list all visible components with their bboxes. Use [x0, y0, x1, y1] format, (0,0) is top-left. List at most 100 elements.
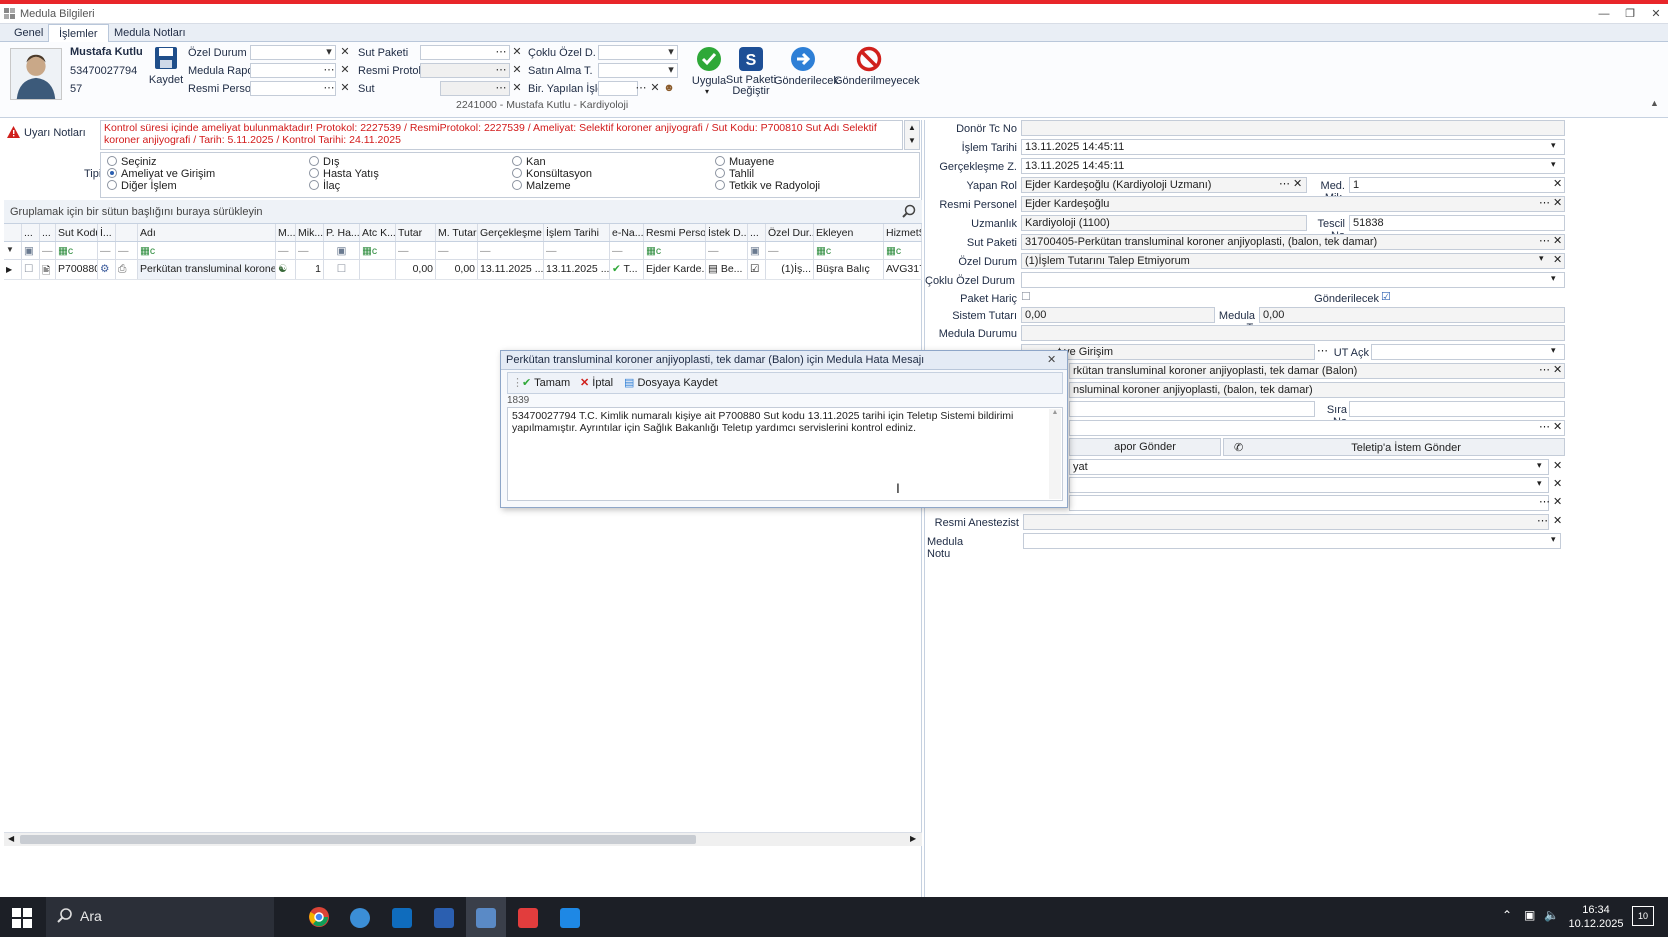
chrome-icon[interactable] [308, 906, 330, 928]
resmi-anestezist-field[interactable] [1023, 514, 1549, 530]
col-header[interactable]: Özel Dur... [766, 224, 814, 241]
sut-paketi-field[interactable]: 31700405-Perkütan transluminal koroner a… [1021, 234, 1565, 250]
medula-app-icon[interactable] [476, 908, 496, 928]
misc-field-2[interactable] [1069, 420, 1565, 436]
clear-icon[interactable]: ✕ [338, 63, 352, 78]
filter-cell[interactable]: — [296, 242, 324, 259]
minimize-icon[interactable]: — [1592, 6, 1616, 22]
ellipsis-icon[interactable]: ⋯ [322, 63, 336, 78]
change-package-button[interactable]: Sut Paketi Değiştir [724, 75, 778, 97]
uzmanlik-field[interactable]: Kardiyoloji (1100) [1021, 215, 1307, 231]
paint-icon[interactable] [560, 908, 580, 928]
radio-kan[interactable]: Kan [512, 156, 546, 168]
col-header[interactable]: e-Na... [610, 224, 644, 241]
filter-cell[interactable]: ▦c [138, 242, 276, 259]
filter-checkbox[interactable]: ▣ [22, 242, 40, 259]
col-header[interactable]: Atc K... [360, 224, 396, 241]
medula-t-field[interactable]: 0,00 [1259, 307, 1565, 323]
cancel-button[interactable]: ✕ İptal [580, 376, 613, 389]
paket-haric-checkbox[interactable]: ☐ [1021, 290, 1031, 303]
col-header[interactable]: HizmetSu [884, 224, 922, 241]
person-icon[interactable]: ☻ [662, 81, 676, 96]
chevron-down-icon[interactable]: ▾ [322, 45, 336, 60]
ellipsis-icon[interactable]: ⋯ [1539, 234, 1550, 247]
row-checkbox[interactable]: ☐ [22, 260, 40, 279]
radio-diger[interactable]: Diğer İşlem [107, 180, 177, 192]
col-header-resmi[interactable]: Resmi Perso... [644, 224, 706, 241]
filter-cell[interactable]: — [544, 242, 610, 259]
tray-chevron-icon[interactable]: ⌃ [1502, 908, 1512, 922]
ellipsis-icon[interactable]: ⋯ [1279, 177, 1290, 190]
radio-tetkik[interactable]: Tetkik ve Radyoloji [715, 180, 820, 192]
ellipsis-icon[interactable]: ⋯ [1539, 420, 1550, 433]
tab-medula-notlari[interactable]: Medula Notları [104, 24, 196, 42]
table-row[interactable]: ▶ ☐ 🖹 P700880 ⚙ ⎙ Perkütan transluminal … [4, 260, 922, 280]
radio-tahlil[interactable]: Tahlil [715, 168, 754, 180]
clear-icon[interactable]: ✕ [510, 45, 524, 60]
ellipsis-icon[interactable]: ⋯ [1539, 495, 1550, 508]
misc-field-3[interactable] [1069, 495, 1549, 511]
donor-tc-field[interactable] [1021, 120, 1565, 136]
clear-icon[interactable]: ✕ [1553, 177, 1562, 190]
gonderilecek-checkbox[interactable]: ☑ [1381, 290, 1391, 303]
yapan-rol-field[interactable]: Ejder Kardeşoğlu (Kardiyoloji Uzmanı) [1021, 177, 1307, 193]
error-message[interactable]: 53470027794 T.C. Kimlik numaralı kişiye … [507, 407, 1063, 501]
tab-genel[interactable]: Genel [4, 24, 53, 42]
sira-no-field[interactable] [1349, 401, 1565, 417]
close-icon[interactable]: ✕ [1047, 353, 1056, 366]
notification-icon[interactable]: 10 [1632, 906, 1654, 926]
checked-checkbox[interactable]: ☑ [748, 260, 766, 279]
save-button[interactable]: Kaydet [148, 74, 184, 86]
sistem-tutari-field[interactable]: 0,00 [1021, 307, 1215, 323]
clear-icon[interactable]: ✕ [1553, 196, 1562, 209]
tab-islemler[interactable]: İşlemler [48, 24, 109, 42]
ok-button[interactable]: ✔ Tamam [522, 376, 570, 389]
filter-cell[interactable]: — [478, 242, 544, 259]
filter-cell[interactable]: ▣ [748, 242, 766, 259]
chevron-down-icon[interactable]: ▾ [664, 45, 678, 60]
arrow-right-icon[interactable] [790, 46, 816, 72]
sut-name-field[interactable]: rkütan transluminal koroner anjiyoplasti… [1069, 363, 1565, 379]
col-header[interactable]: ... [22, 224, 40, 241]
send-button[interactable]: Gönderilecek [774, 75, 839, 87]
chevron-down-icon[interactable]: ▾ [1551, 159, 1556, 170]
ellipsis-icon[interactable]: ⋯ [1539, 363, 1550, 376]
outlook-icon[interactable] [392, 908, 412, 928]
clear-icon[interactable]: ✕ [1553, 363, 1562, 376]
tescil-field[interactable]: 51838 [1349, 215, 1565, 231]
clear-icon[interactable]: ✕ [1553, 495, 1562, 508]
chevron-down-icon[interactable]: ▾ [1537, 460, 1542, 471]
medula-durumu-field[interactable] [1021, 325, 1565, 341]
filter-cell[interactable]: ▦c [884, 242, 922, 259]
users-icon[interactable]: ☯ [276, 260, 296, 279]
clear-icon[interactable]: ✕ [1553, 514, 1562, 527]
clear-icon[interactable]: ✕ [510, 81, 524, 96]
close-icon[interactable]: ✕ [1644, 6, 1668, 22]
checkbox[interactable]: ☐ [324, 260, 360, 279]
gear-icon[interactable]: ⚙ [98, 260, 116, 279]
clear-icon[interactable]: ✕ [1553, 477, 1562, 490]
scroll-thumb[interactable] [20, 835, 696, 844]
clear-icon[interactable]: ✕ [338, 45, 352, 60]
chevron-down-icon[interactable]: ▾ [1551, 140, 1556, 151]
misc-select[interactable] [1069, 477, 1549, 493]
filter-cell[interactable]: — [766, 242, 814, 259]
group-panel[interactable]: Gruplamak için bir sütun başlığını buray… [4, 200, 922, 224]
radio-muayene[interactable]: Muayene [715, 156, 774, 168]
col-header[interactable] [116, 224, 138, 241]
clear-icon[interactable]: ✕ [1553, 420, 1562, 433]
ellipsis-icon[interactable]: ⋯ [1317, 344, 1328, 357]
ellipsis-icon[interactable]: ⋯ [322, 81, 336, 96]
col-header[interactable]: M... [276, 224, 296, 241]
radio-dis[interactable]: Dış [309, 156, 340, 168]
clear-icon[interactable]: ✕ [648, 81, 662, 96]
restore-icon[interactable]: ❐ [1618, 6, 1642, 22]
bir-yapilan-field[interactable] [598, 81, 638, 96]
filter-cell[interactable]: ▦c [644, 242, 706, 259]
chevron-down-icon[interactable]: ▾ [1539, 253, 1544, 264]
radio-malzeme[interactable]: Malzeme [512, 180, 571, 192]
filter-cell[interactable]: ▦c [56, 242, 98, 259]
sut-package-icon[interactable]: S [738, 46, 764, 72]
sut-paket-name-field[interactable]: nsluminal koroner anjiyoplasti, (balon, … [1069, 382, 1565, 398]
col-header[interactable]: İstek D... [706, 224, 748, 241]
